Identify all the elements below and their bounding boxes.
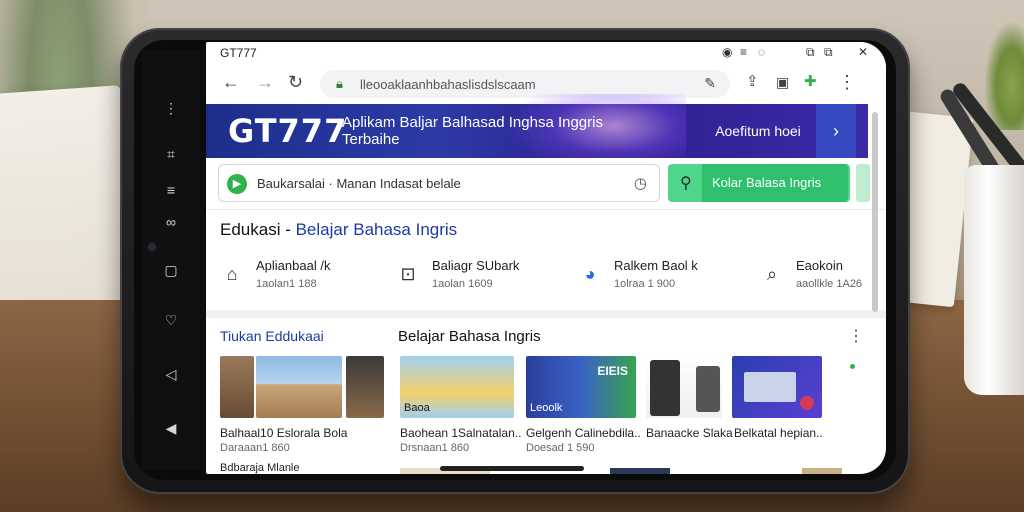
left-column-title[interactable]: Tiukan Eddukaai	[220, 328, 324, 344]
stat-item[interactable]: ⌂ Aplianbaal /k 1aolan1 188	[220, 258, 390, 298]
stat-name: Aplianbaal /k	[256, 258, 331, 273]
section-divider	[206, 310, 886, 318]
hamburger-icon[interactable]: ≡	[740, 45, 747, 59]
browser-screen: GT777 ◉ ≡ ◌ ⧉ ⧉ ✕ ← → ↻ 🔒︎ lleooaklaanhb…	[206, 42, 886, 474]
forward-arrow-icon[interactable]: →	[256, 73, 274, 91]
section-title-dash: -	[280, 220, 296, 239]
thumbnail-laptop[interactable]	[732, 356, 822, 418]
google-icon: ▶	[227, 174, 247, 194]
bottom-row-title[interactable]: Bdbaraja Mlanle	[220, 462, 300, 474]
thumbnail-phones[interactable]	[646, 356, 722, 418]
stat-meta: 1aolan 1609	[432, 278, 493, 290]
phone-shape	[696, 366, 720, 412]
extension-icon[interactable]: ✚	[804, 73, 817, 91]
thumbnail-map-label: Baoa	[404, 402, 430, 414]
stat-item[interactable]: ⌕ Eaokoin aaollkle 1A26	[760, 258, 886, 298]
thumbnail-church[interactable]	[256, 356, 342, 418]
clock-icon[interactable]: ◷	[634, 174, 647, 192]
phone-shape	[650, 360, 680, 416]
pen-cup	[964, 165, 1024, 395]
card-meta: Daraaan1 860	[220, 442, 290, 454]
tabs-icon[interactable]: ⧉	[806, 45, 815, 60]
indicator-dot	[850, 364, 855, 369]
play-back-icon[interactable]: ◀	[142, 420, 200, 436]
thumbnail-painting[interactable]	[220, 356, 254, 418]
brand-logo[interactable]: GT777	[228, 112, 347, 150]
section-title-accent: Belajar Bahasa Ingris	[295, 220, 458, 239]
url-text[interactable]: lleooaklaanhbahaslisdslscaam	[360, 77, 536, 92]
card-title[interactable]: Baohean 1Salnatalan..	[400, 426, 521, 440]
back-arrow-icon[interactable]: ←	[222, 73, 240, 91]
search-button-label: Kolar Balasa Ingris	[702, 164, 848, 202]
section-title-prefix: Edukasi	[220, 220, 281, 239]
chat-icon: ⊡	[400, 264, 416, 284]
minimize-icon[interactable]: ◌	[758, 45, 765, 59]
share-icon[interactable]: ⇪	[746, 73, 759, 91]
link-icon[interactable]: ∞	[142, 214, 200, 230]
system-navbar: ⋮ ⌗ ≡ ∞ ▢ ♡ ◁ ◀	[142, 50, 200, 470]
translate-icon[interactable]: ✎	[704, 75, 716, 92]
reload-icon[interactable]: ↻	[288, 73, 303, 91]
square-icon[interactable]: ▢	[142, 262, 200, 278]
home-indicator[interactable]	[440, 466, 584, 471]
lock-icon: 🔒︎	[336, 76, 343, 91]
tab-count-icon[interactable]: ▣	[776, 73, 789, 91]
stat-item[interactable]: ⊡ Baliagr SUbark 1aolan 1609	[396, 258, 566, 298]
search-input[interactable]: ▶ Baukarsalai · Manan Indasat belale ◷	[218, 164, 660, 202]
record-icon[interactable]: ◉	[722, 45, 732, 59]
more-options-icon[interactable]: ⋮	[848, 326, 864, 346]
stat-meta: 1olraa 1 900	[614, 278, 676, 290]
right-column-title[interactable]: Belajar Bahasa Ingris	[398, 328, 541, 345]
list-icon[interactable]: ≡	[142, 182, 200, 198]
stat-name: Baliagr SUbark	[432, 258, 520, 273]
laptop-shape	[744, 372, 796, 402]
grid-icon[interactable]: ⌗	[142, 146, 200, 162]
card-title[interactable]: Balhaal10 Eslorala Bola	[220, 426, 347, 440]
stat-name: Eaokoin	[796, 258, 843, 273]
scrollbar[interactable]	[872, 112, 878, 312]
background-plant-right	[984, 20, 1024, 130]
hero-banner: GT777 Aplikam Baljar Balhasad Inghsa Ing…	[206, 94, 868, 174]
stat-item[interactable]: ◕ Ralkem Baol k 1olraa 1 900	[578, 258, 748, 298]
chevron-right-icon[interactable]: ›	[816, 104, 856, 158]
card-meta: Doesad 1 590	[526, 442, 595, 454]
section-title: Edukasi - Belajar Bahasa Ingris	[220, 220, 457, 240]
badge-icon: ◕	[584, 264, 596, 284]
search-row: ▶ Baukarsalai · Manan Indasat belale ◷ ⚲…	[206, 158, 886, 210]
card-meta: Drsnaan1 860	[400, 442, 470, 454]
heart-icon[interactable]: ♡	[142, 312, 200, 328]
search-button[interactable]: ⚲ Kolar Balasa Ingris	[668, 164, 850, 202]
stat-meta: aaollkle 1A26	[796, 278, 863, 290]
card-title[interactable]: Belkatal hepian..	[734, 426, 823, 440]
tab-title[interactable]: GT777	[220, 46, 257, 60]
search-icon: ⌕	[766, 264, 778, 284]
menu-dots-icon[interactable]: ⋮	[838, 73, 856, 91]
tablet-device: ⋮ ⌗ ≡ ∞ ▢ ♡ ◁ ◀ GT777 ◉ ≡ ◌ ⧉ ⧉ ✕ ← → ↻ …	[120, 28, 910, 494]
title-bar: GT777 ◉ ≡ ◌ ⧉ ⧉ ✕	[206, 42, 886, 64]
thumbnail-people[interactable]	[346, 356, 384, 418]
home-icon: ⌂	[226, 264, 238, 284]
stat-name: Ralkem Baol k	[614, 258, 698, 273]
back-triangle-icon[interactable]: ◁	[142, 366, 200, 382]
banner-tagline: Aplikam Baljar Balhasad Inghsa Inggris T…	[342, 114, 603, 148]
search-icon: ⚲	[680, 175, 692, 192]
thumbnail-peek	[802, 468, 842, 474]
thumbnail-map[interactable]: Baoa	[400, 356, 514, 418]
maximize-icon[interactable]: ⧉	[824, 45, 833, 60]
thumbnail-poster-label: EIEIS	[597, 364, 628, 378]
close-icon[interactable]: ✕	[858, 45, 868, 59]
side-chip[interactable]	[856, 164, 870, 202]
front-camera	[147, 242, 157, 252]
download-button[interactable]: Aoefitum hoei	[701, 104, 815, 158]
card-title[interactable]: Banaacke Slaka	[646, 426, 733, 440]
badge-dot	[800, 396, 814, 410]
thumbnail-peek	[610, 468, 670, 474]
search-placeholder: Baukarsalai · Manan Indasat belale	[257, 176, 461, 191]
stat-meta: 1aolan1 188	[256, 278, 317, 290]
thumbnail-book[interactable]: Leoolk EIEIS	[526, 356, 636, 418]
card-title[interactable]: Gelgenh Calinebdila..	[526, 426, 641, 440]
thumbnail-book-label: Leoolk	[530, 402, 563, 414]
more-vert-icon[interactable]: ⋮	[142, 100, 200, 116]
